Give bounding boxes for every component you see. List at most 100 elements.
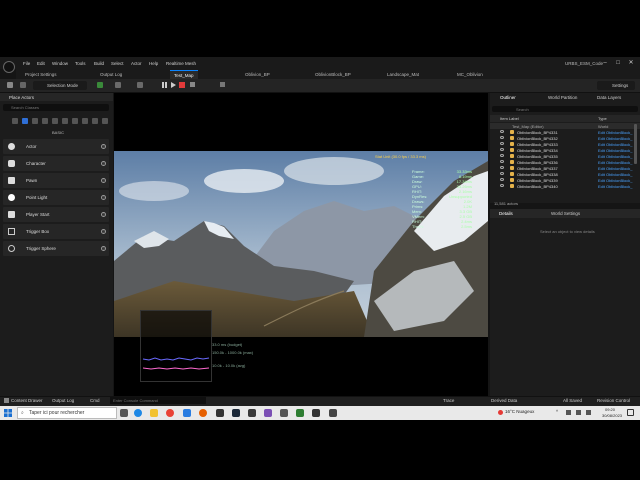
row-type-link[interactable]: Edit OblivionBlock_ (598, 136, 632, 141)
info-icon[interactable]: ? (101, 212, 106, 217)
menu-help[interactable]: Help (149, 60, 158, 68)
volume-icon[interactable] (576, 410, 581, 415)
app-icon[interactable] (280, 409, 288, 417)
row-type-link[interactable]: Edit OblivionBlock_ (598, 166, 632, 171)
weather-text[interactable]: 16°C Nuageux (505, 409, 534, 414)
close-icon[interactable]: ✕ (626, 59, 636, 67)
row-label[interactable]: OblivionBlock_BP4338 (517, 172, 558, 177)
visibility-eye-icon[interactable] (500, 130, 504, 133)
row-type-link[interactable]: Edit OblivionBlock_ (598, 172, 632, 177)
visibility-eye-icon[interactable] (500, 172, 504, 175)
visibility-eye-icon[interactable] (500, 166, 504, 169)
actor-item-character[interactable] (3, 156, 109, 171)
row-label[interactable]: OblivionBlock_BP4332 (517, 136, 558, 141)
terminal-icon[interactable] (248, 409, 256, 417)
col-item-label[interactable]: Item Label (500, 116, 519, 121)
category-lights-icon[interactable] (32, 118, 38, 124)
info-icon[interactable]: ? (101, 178, 106, 183)
visibility-eye-icon[interactable] (500, 184, 504, 187)
firefox-icon[interactable] (199, 409, 207, 417)
outliner-search-input[interactable] (492, 106, 638, 112)
tab-mc-oblivion[interactable]: MC_Oblivion (457, 70, 483, 79)
clock-date[interactable]: 30/08/2023 (602, 413, 622, 418)
blueprint-icon[interactable] (115, 82, 121, 88)
visibility-eye-icon[interactable] (500, 148, 504, 151)
cinematics-icon[interactable] (137, 82, 143, 88)
save-icon[interactable] (7, 82, 13, 88)
maximize-icon[interactable]: □ (613, 59, 623, 67)
tab-landscape-mat[interactable]: Landscape_Mat (387, 70, 419, 79)
row-type-link[interactable]: Edit OblivionBlock_ (598, 142, 632, 147)
row-label[interactable]: OblivionBlock_BP4339 (517, 178, 558, 183)
steam-icon[interactable] (232, 409, 240, 417)
tab-oblivionblock-bp[interactable]: OblivionBlock_BP (315, 70, 351, 79)
platforms-icon[interactable] (220, 82, 225, 87)
tab-output-log[interactable]: Output Log (100, 70, 122, 79)
step-icon[interactable] (171, 82, 176, 88)
visibility-eye-icon[interactable] (500, 136, 504, 139)
epic-games-icon[interactable] (216, 409, 224, 417)
file-explorer-icon[interactable] (150, 409, 158, 417)
tab-world-partition[interactable]: World Partition (548, 95, 577, 100)
unreal-taskbar-icon[interactable] (312, 409, 320, 417)
trace-button[interactable]: Trace (443, 398, 454, 403)
menu-tools[interactable]: Tools (75, 60, 86, 68)
info-icon[interactable]: ? (101, 161, 106, 166)
menu-build[interactable]: Build (94, 60, 104, 68)
revision-control-button[interactable]: Revision Control (597, 398, 630, 403)
visual-studio-icon[interactable] (264, 409, 272, 417)
category-more-icon[interactable] (102, 118, 108, 124)
app-dark-icon[interactable] (329, 409, 337, 417)
store-icon[interactable] (183, 409, 191, 417)
visibility-eye-icon[interactable] (500, 178, 504, 181)
windows-start-icon[interactable] (4, 409, 12, 417)
tab-oblivion-bp[interactable]: Oblivion_BP (245, 70, 270, 79)
menu-select[interactable]: Select (111, 60, 124, 68)
network-icon[interactable] (566, 410, 571, 415)
minimize-icon[interactable]: – (600, 59, 610, 67)
outliner-scrollbar[interactable] (634, 124, 637, 164)
tab-outliner[interactable]: Outliner (500, 95, 516, 100)
eject-icon[interactable] (190, 82, 195, 87)
menu-realtime-mesh[interactable]: Realtime Mesh (166, 60, 196, 68)
row-label[interactable]: OblivionBlock_BP4335 (517, 154, 558, 159)
category-all-classes-icon[interactable] (92, 118, 98, 124)
actor-item-player-start[interactable] (3, 207, 109, 222)
menu-file[interactable]: File (23, 60, 30, 68)
row-label[interactable]: OblivionBlock_BP4340 (517, 184, 558, 189)
tray-chevron-icon[interactable]: ^ (556, 409, 558, 414)
tab-project-settings[interactable]: Project Settings (25, 70, 57, 79)
menu-window[interactable]: Window (52, 60, 68, 68)
row-label[interactable]: OblivionBlock_BP4333 (517, 142, 558, 147)
actor-item-actor[interactable] (3, 139, 109, 154)
derived-data-button[interactable]: Derived Data (491, 398, 517, 403)
all-saved-button[interactable]: All Saved (563, 398, 582, 403)
row-type-link[interactable]: Edit OblivionBlock_ (598, 148, 632, 153)
col-type[interactable]: Type (598, 116, 607, 121)
row-type-link[interactable]: Edit OblivionBlock_ (598, 130, 632, 135)
actor-item-trigger-sphere[interactable] (3, 241, 109, 256)
info-icon[interactable]: ? (101, 229, 106, 234)
category-cinematic-icon[interactable] (52, 118, 58, 124)
chrome-icon[interactable] (166, 409, 174, 417)
row-type-link[interactable]: Edit OblivionBlock_ (598, 154, 632, 159)
output-log-button[interactable]: Output Log (52, 398, 74, 403)
info-icon[interactable]: ? (101, 195, 106, 200)
category-volumes-icon[interactable] (72, 118, 78, 124)
stop-icon[interactable] (179, 82, 185, 88)
clock-time[interactable]: 09:20 (605, 407, 615, 412)
visibility-eye-icon[interactable] (500, 160, 504, 163)
row-label[interactable]: OblivionBlock_BP4331 (517, 130, 558, 135)
row-label[interactable]: OblivionBlock_BP4336 (517, 160, 558, 165)
language-icon[interactable] (586, 410, 591, 415)
category-visual-icon[interactable] (62, 118, 68, 124)
add-actor-icon[interactable] (97, 82, 103, 88)
category-geometry-icon[interactable] (82, 118, 88, 124)
tab-world-settings[interactable]: World Settings (551, 211, 580, 216)
menu-edit[interactable]: Edit (37, 60, 45, 68)
edge-icon[interactable] (134, 409, 142, 417)
info-icon[interactable]: ? (101, 144, 106, 149)
category-recent-icon[interactable] (12, 118, 18, 124)
row-type-link[interactable]: Edit OblivionBlock_ (598, 178, 632, 183)
tab-data-layers[interactable]: Data Layers (597, 95, 621, 100)
